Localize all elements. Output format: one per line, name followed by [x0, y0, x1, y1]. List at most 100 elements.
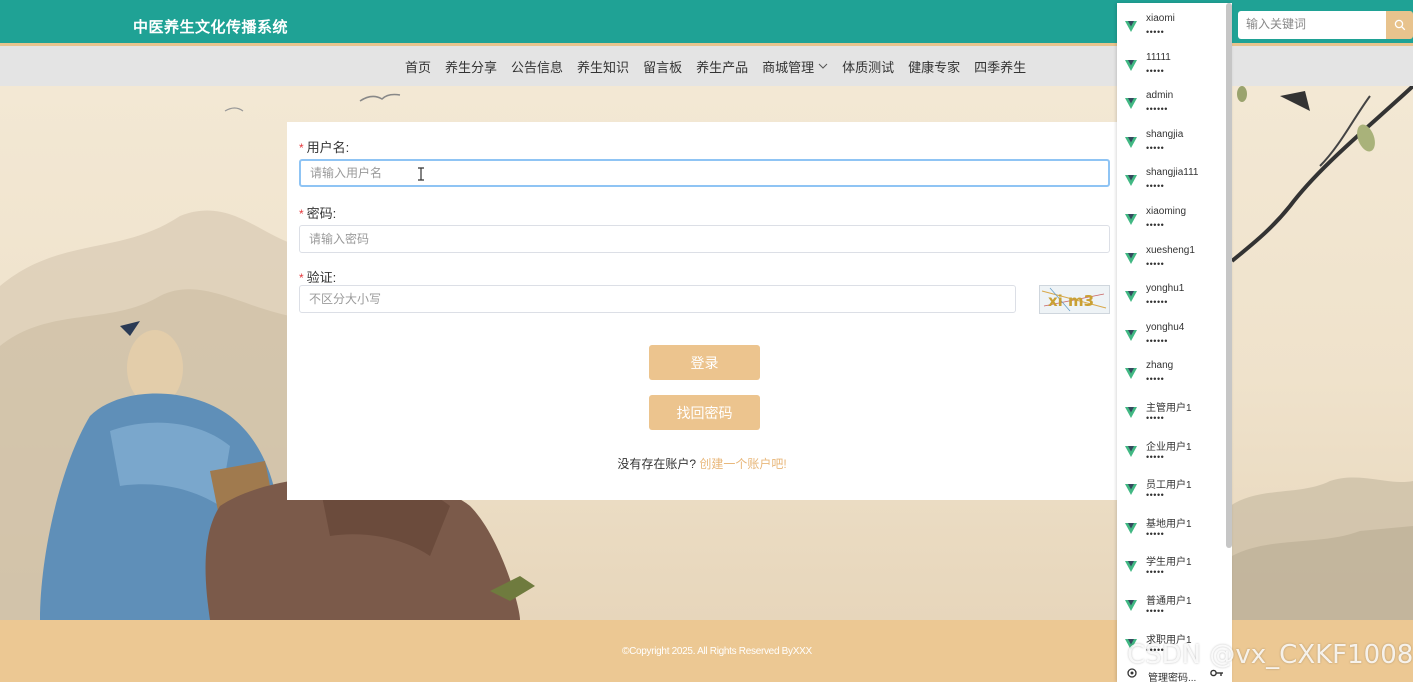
- saved-username: 基地用户1: [1146, 518, 1192, 530]
- password-label: * 密码:: [299, 203, 336, 222]
- saved-password-entry[interactable]: 普通用户1 •••••: [1117, 586, 1227, 624]
- saved-password-entry[interactable]: shangjia111 •••••: [1117, 161, 1227, 199]
- saved-password-mask: •••••: [1146, 374, 1165, 385]
- saved-username: 普通用户1: [1146, 596, 1192, 607]
- saved-password-mask: ••••••: [1146, 104, 1168, 115]
- saved-password-entry[interactable]: 主管用户1 •••••: [1117, 393, 1227, 431]
- captcha-label: * 验证:: [299, 267, 336, 286]
- nav-item-health-share[interactable]: 养生分享: [445, 57, 497, 76]
- saved-username: xuesheng1: [1146, 244, 1195, 256]
- saved-username: 主管用户1: [1146, 403, 1192, 414]
- dropdown-scrollbar[interactable]: [1226, 3, 1232, 548]
- username-label: * 用户名:: [299, 137, 349, 156]
- vue-logo-icon: [1125, 175, 1137, 187]
- vue-logo-icon: [1125, 600, 1137, 611]
- saved-password-entry[interactable]: shangjia •••••: [1117, 123, 1227, 161]
- saved-password-mask: •••••: [1146, 567, 1165, 578]
- search-box: [1238, 11, 1386, 39]
- saved-username: shangjia: [1146, 128, 1184, 140]
- saved-username: zhang: [1146, 360, 1174, 372]
- manage-passwords-label: 管理密码...: [1148, 673, 1197, 682]
- search-icon: [1394, 19, 1405, 31]
- password-label-text: 密码:: [306, 206, 337, 221]
- saved-username: 11111: [1146, 51, 1171, 63]
- nav-item-health-knowledge[interactable]: 养生知识: [577, 57, 629, 76]
- watermark: CSDN @vx_CXKF10088: [1127, 640, 1413, 670]
- saved-password-entry[interactable]: 学生用户1 •••••: [1117, 547, 1227, 585]
- saved-password-entry[interactable]: xiaomi •••••: [1117, 7, 1227, 45]
- required-marker: *: [299, 207, 304, 221]
- saved-password-mask: •••••: [1146, 528, 1165, 539]
- saved-password-mask: ••••••: [1146, 335, 1168, 346]
- saved-password-entry[interactable]: xuesheng1 •••••: [1117, 239, 1227, 277]
- saved-password-entry[interactable]: zhang •••••: [1117, 354, 1227, 392]
- saved-password-entry[interactable]: 11111 •••••: [1117, 46, 1227, 84]
- saved-password-mask: •••••: [1146, 490, 1165, 501]
- vue-logo-icon: [1125, 407, 1137, 418]
- username-label-text: 用户名:: [306, 140, 350, 155]
- saved-password-mask: •••••: [1146, 413, 1165, 423]
- required-marker: *: [299, 141, 304, 155]
- main-nav: 首页 养生分享 公告信息 养生知识 留言板 养生产品 商城管理 体质测试 健康专…: [398, 46, 1033, 86]
- required-marker: *: [299, 271, 304, 285]
- saved-password-entry[interactable]: admin ••••••: [1117, 84, 1227, 122]
- vue-logo-icon: [1125, 329, 1137, 341]
- vue-logo-icon: [1125, 291, 1137, 303]
- saved-password-mask: •••••: [1146, 258, 1165, 269]
- saved-username: yonghu1: [1146, 283, 1185, 295]
- vue-logo-icon: [1125, 214, 1137, 225]
- saved-username: 企业用户1: [1146, 441, 1192, 453]
- saved-password-entry[interactable]: yonghu1 ••••••: [1117, 277, 1227, 315]
- saved-password-mask: •••••: [1146, 181, 1165, 192]
- search-input[interactable]: [1238, 11, 1386, 37]
- saved-password-entry[interactable]: 基地用户1 •••••: [1117, 509, 1227, 547]
- register-prompt: 没有存在账户? 创建一个账户吧!: [287, 455, 1117, 472]
- saved-username: 员工用户1: [1146, 480, 1192, 492]
- nav-item-four-seasons[interactable]: 四季养生: [974, 57, 1026, 76]
- register-link[interactable]: 创建一个账户吧!: [699, 457, 786, 471]
- saved-password-entry[interactable]: xiaoming •••••: [1117, 200, 1227, 238]
- nav-item-constitution-test[interactable]: 体质测试: [842, 57, 894, 76]
- chevron-down-icon: [818, 63, 828, 69]
- captcha-label-text: 验证:: [306, 270, 337, 285]
- nav-item-health-products[interactable]: 养生产品: [696, 57, 748, 76]
- vue-logo-icon: [1125, 21, 1137, 32]
- saved-password-entry[interactable]: 员工用户1 •••••: [1117, 470, 1227, 508]
- vue-logo-icon: [1125, 445, 1137, 457]
- saved-password-mask: •••••: [1146, 27, 1165, 37]
- nav-item-announcements[interactable]: 公告信息: [511, 57, 563, 76]
- nav-item-health-experts[interactable]: 健康专家: [908, 57, 960, 76]
- search-button[interactable]: [1386, 11, 1413, 39]
- nav-item-mall-label: 商城管理: [762, 59, 815, 75]
- captcha-text: xi m3: [1048, 292, 1094, 310]
- nav-item-home[interactable]: 首页: [405, 57, 431, 76]
- nav-item-mall-management[interactable]: 商城管理: [762, 57, 828, 76]
- captcha-field: [299, 285, 1016, 313]
- vue-logo-icon: [1125, 561, 1137, 573]
- saved-password-entry[interactable]: 企业用户1 •••••: [1117, 432, 1227, 470]
- saved-username: 学生用户1: [1146, 557, 1192, 569]
- login-button[interactable]: 登录: [649, 345, 760, 380]
- site-title: 中医养生文化传播系统: [133, 19, 289, 36]
- login-form-card: *用户名: *密码: *验证: xi m3 登录 找回密码 没有存在账户? 创建…: [287, 122, 1117, 500]
- saved-passwords-dropdown: 求职用户1 ••••• 普通用户1 ••••• 学生用户1 ••••• 基地用户1 •••••…: [1117, 3, 1232, 682]
- saved-password-mask: •••••: [1146, 142, 1165, 153]
- password-input[interactable]: [300, 226, 1109, 252]
- nav-item-message-board[interactable]: 留言板: [643, 57, 682, 76]
- vue-logo-icon: [1125, 522, 1137, 534]
- saved-password-mask: ••••••: [1146, 297, 1168, 308]
- vue-logo-icon: [1125, 252, 1137, 264]
- saved-username: admin: [1146, 90, 1174, 102]
- captcha-input[interactable]: [300, 286, 1015, 312]
- captcha-image[interactable]: xi m3: [1039, 285, 1110, 314]
- saved-password-mask: •••••: [1146, 220, 1165, 230]
- saved-username: yonghu4: [1146, 321, 1185, 333]
- key-icon: [1210, 669, 1223, 677]
- saved-password-mask: •••••: [1146, 65, 1165, 76]
- vue-logo-icon: [1125, 368, 1137, 380]
- saved-password-entry[interactable]: yonghu4 ••••••: [1117, 316, 1227, 354]
- recover-password-button[interactable]: 找回密码: [649, 395, 760, 430]
- vue-logo-icon: [1125, 59, 1137, 71]
- password-field: [299, 225, 1110, 253]
- vue-logo-icon: [1125, 136, 1137, 148]
